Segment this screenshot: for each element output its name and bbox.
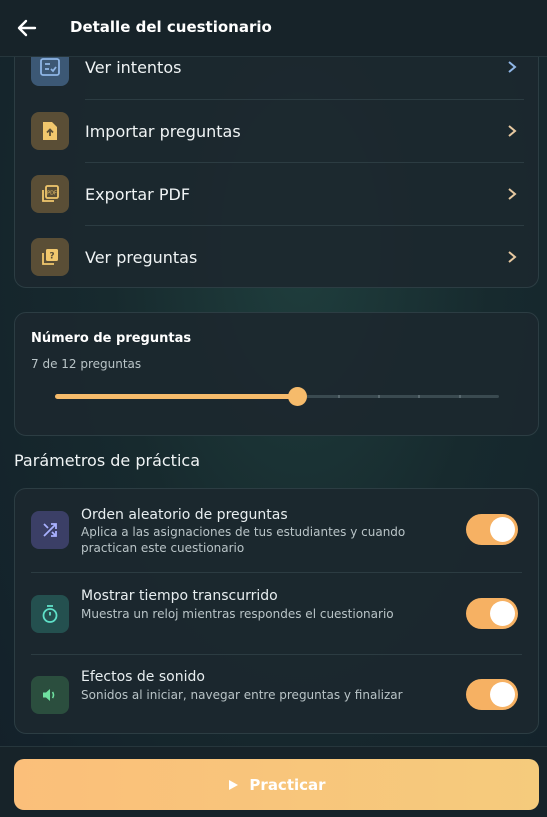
- practice-params-card: Orden aleatorio de preguntas Aplica a la…: [14, 488, 539, 734]
- arrow-left-icon: [17, 19, 37, 37]
- practice-button-label: Practicar: [249, 775, 326, 794]
- shuffle-icon: [31, 511, 69, 549]
- svg-text:PDF: PDF: [47, 191, 57, 197]
- quiz-actions-card: Ver intentos Importar preguntas PDF Expo…: [14, 30, 539, 288]
- slider-tick: [458, 395, 461, 398]
- param-title: Mostrar tiempo transcurrido: [81, 588, 278, 604]
- param-title: Efectos de sonido: [81, 669, 205, 685]
- menu-item-view-questions[interactable]: ? Ver preguntas: [15, 226, 538, 288]
- play-icon: [229, 779, 239, 790]
- slider-fill: [55, 394, 298, 399]
- menu-item-label: Importar preguntas: [85, 121, 241, 141]
- shuffle-toggle[interactable]: [466, 514, 518, 545]
- question-count-summary: 7 de 12 preguntas: [31, 357, 142, 371]
- param-description: Muestra un reloj mientras respondes el c…: [81, 607, 394, 621]
- chevron-right-icon: [508, 125, 517, 137]
- param-shuffle: Orden aleatorio de preguntas Aplica a la…: [15, 489, 538, 571]
- back-button[interactable]: [16, 17, 38, 39]
- file-import-icon: [31, 112, 69, 150]
- menu-item-export-pdf[interactable]: PDF Exportar PDF: [15, 163, 538, 225]
- slider-thumb[interactable]: [288, 387, 308, 406]
- slider-tick: [337, 395, 340, 398]
- bottom-action-bar: Practicar: [0, 746, 547, 817]
- menu-item-label: Ver intentos: [85, 57, 182, 77]
- slider-tick: [418, 395, 421, 398]
- practice-params-title: Parámetros de práctica: [14, 451, 200, 470]
- menu-item-label: Exportar PDF: [85, 184, 191, 204]
- practice-button[interactable]: Practicar: [14, 759, 539, 810]
- chevron-right-icon: [508, 188, 517, 200]
- question-count-title: Número de preguntas: [31, 331, 192, 346]
- chevron-right-icon: [508, 251, 517, 263]
- svg-text:?: ?: [49, 252, 54, 262]
- slider-tick: [377, 395, 380, 398]
- chevron-right-icon: [508, 61, 517, 73]
- question-cards-icon: ?: [31, 238, 69, 276]
- menu-item-label: Ver preguntas: [85, 247, 198, 267]
- menu-item-import-questions[interactable]: Importar preguntas: [15, 100, 538, 162]
- param-title: Orden aleatorio de preguntas: [81, 507, 288, 523]
- param-sound-effects: Efectos de sonido Sonidos al iniciar, na…: [15, 654, 538, 736]
- pdf-icon: PDF: [31, 175, 69, 213]
- top-app-bar: Detalle del cuestionario: [0, 0, 547, 57]
- speaker-icon: [31, 676, 69, 714]
- param-description: Aplica a las asignaciones de tus estudia…: [81, 525, 406, 555]
- question-count-card: Número de preguntas 7 de 12 preguntas: [14, 312, 539, 436]
- elapsed-time-toggle[interactable]: [466, 598, 518, 629]
- question-count-slider[interactable]: [55, 385, 499, 407]
- sound-effects-toggle[interactable]: [466, 679, 518, 710]
- stopwatch-icon: [31, 595, 69, 633]
- page-title: Detalle del cuestionario: [70, 18, 272, 36]
- param-elapsed-time: Mostrar tiempo transcurrido Muestra un r…: [15, 573, 538, 655]
- param-description: Sonidos al iniciar, navegar entre pregun…: [81, 688, 403, 702]
